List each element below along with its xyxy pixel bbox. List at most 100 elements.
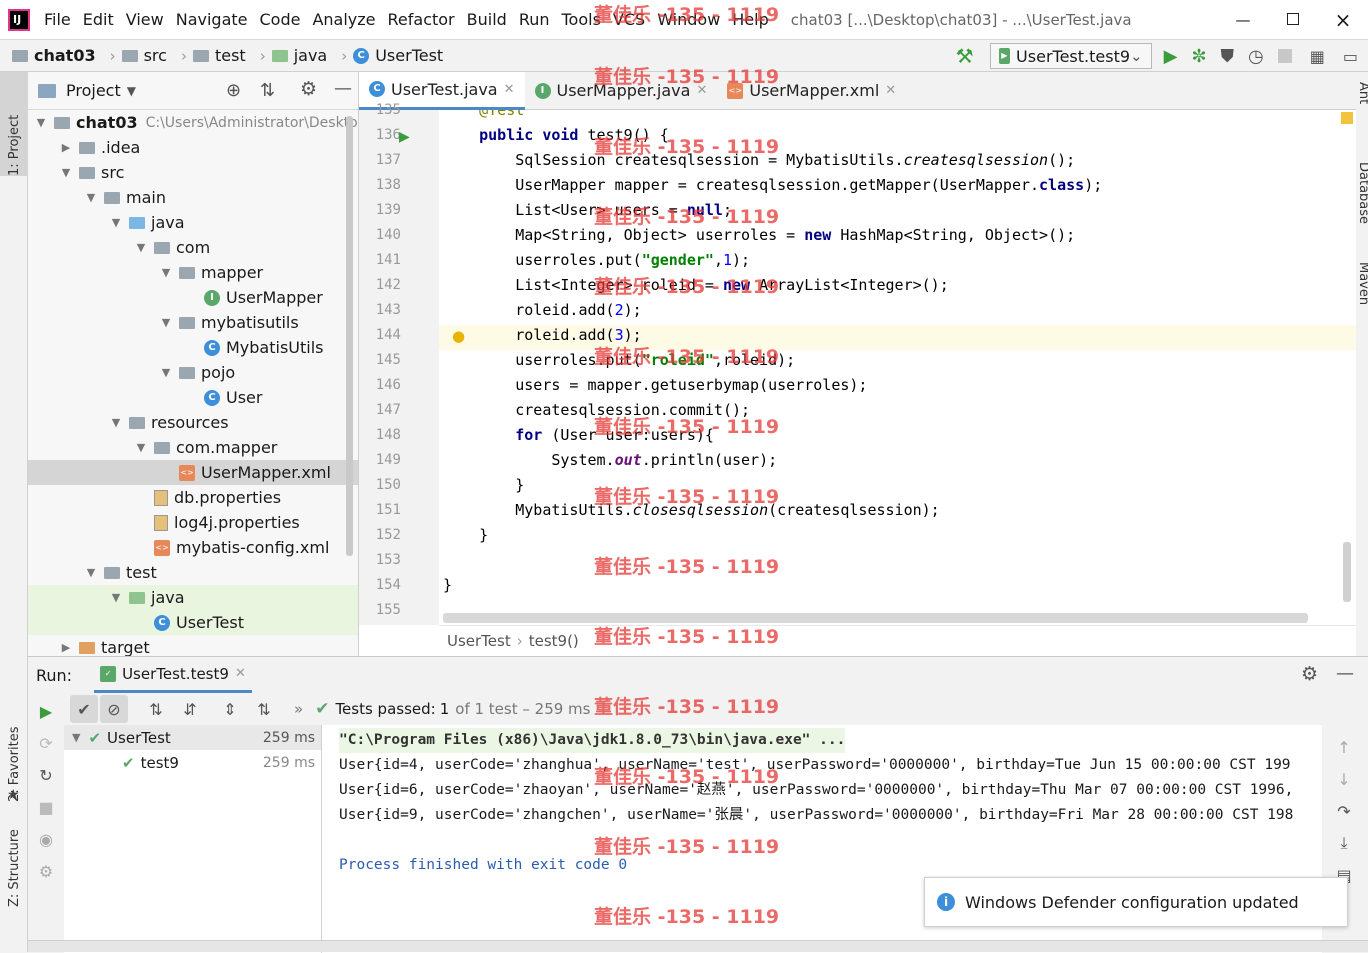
menu-item-edit[interactable]: Edit bbox=[83, 10, 114, 29]
menu-item-view[interactable]: View bbox=[126, 10, 164, 29]
collapse-all-icon[interactable]: ⇅ bbox=[260, 80, 275, 101]
tree-item[interactable]: ▶ .idea bbox=[28, 135, 358, 160]
breadcrumb-method[interactable]: test9() bbox=[529, 632, 579, 650]
inspection-status-icon[interactable] bbox=[1341, 112, 1353, 124]
project-structure-icon[interactable]: ▦ bbox=[1310, 47, 1325, 66]
toggle-auto-test-icon[interactable]: ↻ bbox=[32, 761, 60, 789]
notification-balloon[interactable]: i Windows Defender configuration updated bbox=[924, 877, 1348, 927]
tree-item[interactable]: log4j.properties bbox=[28, 510, 358, 535]
chevron-down-icon[interactable]: ▼ bbox=[109, 591, 123, 604]
ant-tool-tab[interactable]: Ant bbox=[1356, 82, 1368, 104]
gear-icon[interactable]: ⚙ bbox=[300, 78, 317, 100]
tree-item[interactable]: ▼ java bbox=[28, 210, 358, 235]
tree-item[interactable]: I UserMapper bbox=[28, 285, 358, 310]
run-config-dropdown[interactable]: ▶ UserTest.test9 ⌄ bbox=[989, 43, 1152, 69]
breadcrumb-chat03[interactable]: chat03 bbox=[12, 46, 96, 65]
coverage-icon[interactable]: ⛊ bbox=[1221, 46, 1235, 67]
tree-item[interactable]: C UserTest bbox=[28, 610, 358, 635]
scroll-up-icon[interactable]: ↑ bbox=[1330, 733, 1358, 761]
editor-horizontal-scrollbar[interactable] bbox=[443, 613, 1308, 623]
hide-panel-icon[interactable]: — bbox=[1336, 663, 1354, 684]
settings-icon[interactable]: ⚙ bbox=[32, 857, 60, 885]
chevron-down-icon[interactable]: ▼ bbox=[84, 566, 98, 579]
chevron-down-icon[interactable]: ▼ bbox=[109, 416, 123, 429]
tree-item[interactable]: C MybatisUtils bbox=[28, 335, 358, 360]
editor-vertical-scrollbar[interactable] bbox=[1343, 542, 1351, 602]
tree-item[interactable]: ▼ chat03 C:\Users\Administrator\Deskto bbox=[28, 110, 358, 135]
breadcrumb-src[interactable]: src bbox=[121, 46, 167, 65]
chevron-down-icon[interactable]: ▼ bbox=[159, 316, 173, 329]
intention-bulb-icon[interactable]: ● bbox=[452, 327, 465, 345]
project-tool-tab[interactable]: 1: Project bbox=[0, 72, 28, 176]
menu-item-analyze[interactable]: Analyze bbox=[312, 10, 375, 29]
maven-tool-tab[interactable]: Maven bbox=[1356, 262, 1368, 305]
tree-item[interactable]: ▼ mybatisutils bbox=[28, 310, 358, 335]
chevron-down-icon[interactable]: ▼ bbox=[34, 116, 48, 129]
layout-icon[interactable]: ▭ bbox=[1343, 47, 1358, 66]
breadcrumb-test[interactable]: test bbox=[192, 46, 246, 65]
tree-item[interactable]: ▼ com.mapper bbox=[28, 435, 358, 460]
close-tab-icon[interactable]: ✕ bbox=[235, 666, 246, 681]
database-tool-tab[interactable]: Database bbox=[1356, 162, 1368, 224]
menu-item-run[interactable]: Run bbox=[519, 10, 550, 29]
menu-item-navigate[interactable]: Navigate bbox=[176, 10, 248, 29]
tree-item[interactable]: <> mybatis-config.xml bbox=[28, 535, 358, 560]
more-icon[interactable]: » bbox=[294, 700, 303, 718]
collapse-all-icon[interactable]: ⇅ bbox=[250, 695, 278, 723]
tree-item[interactable]: ▼ resources bbox=[28, 410, 358, 435]
profile-icon[interactable]: ◷ bbox=[1248, 46, 1264, 67]
menu-item-build[interactable]: Build bbox=[467, 10, 507, 29]
chevron-right-icon[interactable]: ▶ bbox=[59, 141, 73, 154]
hide-panel-icon[interactable]: — bbox=[334, 78, 352, 99]
soft-wrap-icon[interactable]: ↷ bbox=[1330, 797, 1358, 825]
rerun-icon[interactable]: ▶ bbox=[32, 697, 60, 725]
chevron-down-icon[interactable]: ▼ bbox=[134, 241, 148, 254]
scroll-down-icon[interactable]: ↓ bbox=[1330, 765, 1358, 793]
stop-icon[interactable]: ■ bbox=[32, 793, 60, 821]
close-tab-icon[interactable]: ✕ bbox=[885, 83, 896, 98]
structure-tool-tab[interactable]: Z: Structure bbox=[0, 827, 28, 907]
tree-item[interactable]: ▼ test bbox=[28, 560, 358, 585]
debug-icon[interactable]: ✼ bbox=[1191, 46, 1206, 67]
minimize-button[interactable]: — bbox=[1218, 11, 1268, 29]
stop-icon[interactable] bbox=[1277, 49, 1292, 63]
test-suite-row[interactable]: ▼ ✔ UserTest 259 ms bbox=[64, 725, 321, 750]
tree-item[interactable]: ▶ target bbox=[28, 635, 358, 656]
chevron-down-icon[interactable]: ▼ bbox=[59, 166, 73, 179]
tree-item[interactable]: db.properties bbox=[28, 485, 358, 510]
chevron-down-icon[interactable]: ▼ bbox=[159, 366, 173, 379]
sort-duration-icon[interactable]: ⇵ bbox=[176, 695, 204, 723]
build-hammer-icon[interactable]: ⚒ bbox=[956, 44, 974, 68]
close-window-button[interactable]: × bbox=[1318, 8, 1368, 32]
chevron-down-icon[interactable]: ▼ bbox=[134, 441, 148, 454]
menu-item-file[interactable]: File bbox=[44, 10, 71, 29]
chevron-down-icon[interactable]: ▼ bbox=[159, 266, 173, 279]
project-panel-title[interactable]: Project bbox=[66, 81, 121, 100]
tree-item[interactable]: C User bbox=[28, 385, 358, 410]
chevron-down-icon[interactable]: ▼ bbox=[127, 84, 136, 98]
sort-alpha-icon[interactable]: ⇅ bbox=[142, 695, 170, 723]
rerun-failed-icon[interactable]: ⟳ bbox=[32, 729, 60, 757]
chevron-down-icon[interactable]: ▼ bbox=[109, 216, 123, 229]
tree-item[interactable]: ▼ com bbox=[28, 235, 358, 260]
expand-all-icon[interactable]: ⇕ bbox=[216, 695, 244, 723]
tree-item[interactable]: ▼ mapper bbox=[28, 260, 358, 285]
chevron-down-icon[interactable]: ▼ bbox=[72, 731, 80, 744]
locate-icon[interactable]: ⊕ bbox=[226, 80, 241, 101]
tree-scrollbar[interactable] bbox=[346, 116, 353, 556]
tree-item[interactable]: ▼ pojo bbox=[28, 360, 358, 385]
run-test-gutter-icon[interactable]: ▶ bbox=[399, 129, 410, 145]
breadcrumb-java[interactable]: java bbox=[271, 46, 327, 65]
breadcrumb-class[interactable]: UserTest bbox=[447, 632, 511, 650]
maximize-button[interactable] bbox=[1268, 11, 1318, 29]
show-passed-toggle[interactable]: ✔ bbox=[70, 695, 98, 723]
test-case-row[interactable]: ✔ test9 259 ms bbox=[64, 750, 321, 775]
breadcrumb-usertest[interactable]: C UserTest bbox=[353, 46, 443, 65]
run-icon[interactable]: ▶ bbox=[1164, 46, 1178, 67]
chevron-down-icon[interactable]: ▼ bbox=[84, 191, 98, 204]
show-ignored-toggle[interactable]: ⊘ bbox=[100, 695, 128, 723]
tree-item[interactable]: ▼ src bbox=[28, 160, 358, 185]
menu-item-refactor[interactable]: Refactor bbox=[388, 10, 455, 29]
scroll-to-end-icon[interactable]: ⤓ bbox=[1330, 829, 1358, 857]
tree-item[interactable]: <> UserMapper.xml bbox=[28, 460, 358, 485]
